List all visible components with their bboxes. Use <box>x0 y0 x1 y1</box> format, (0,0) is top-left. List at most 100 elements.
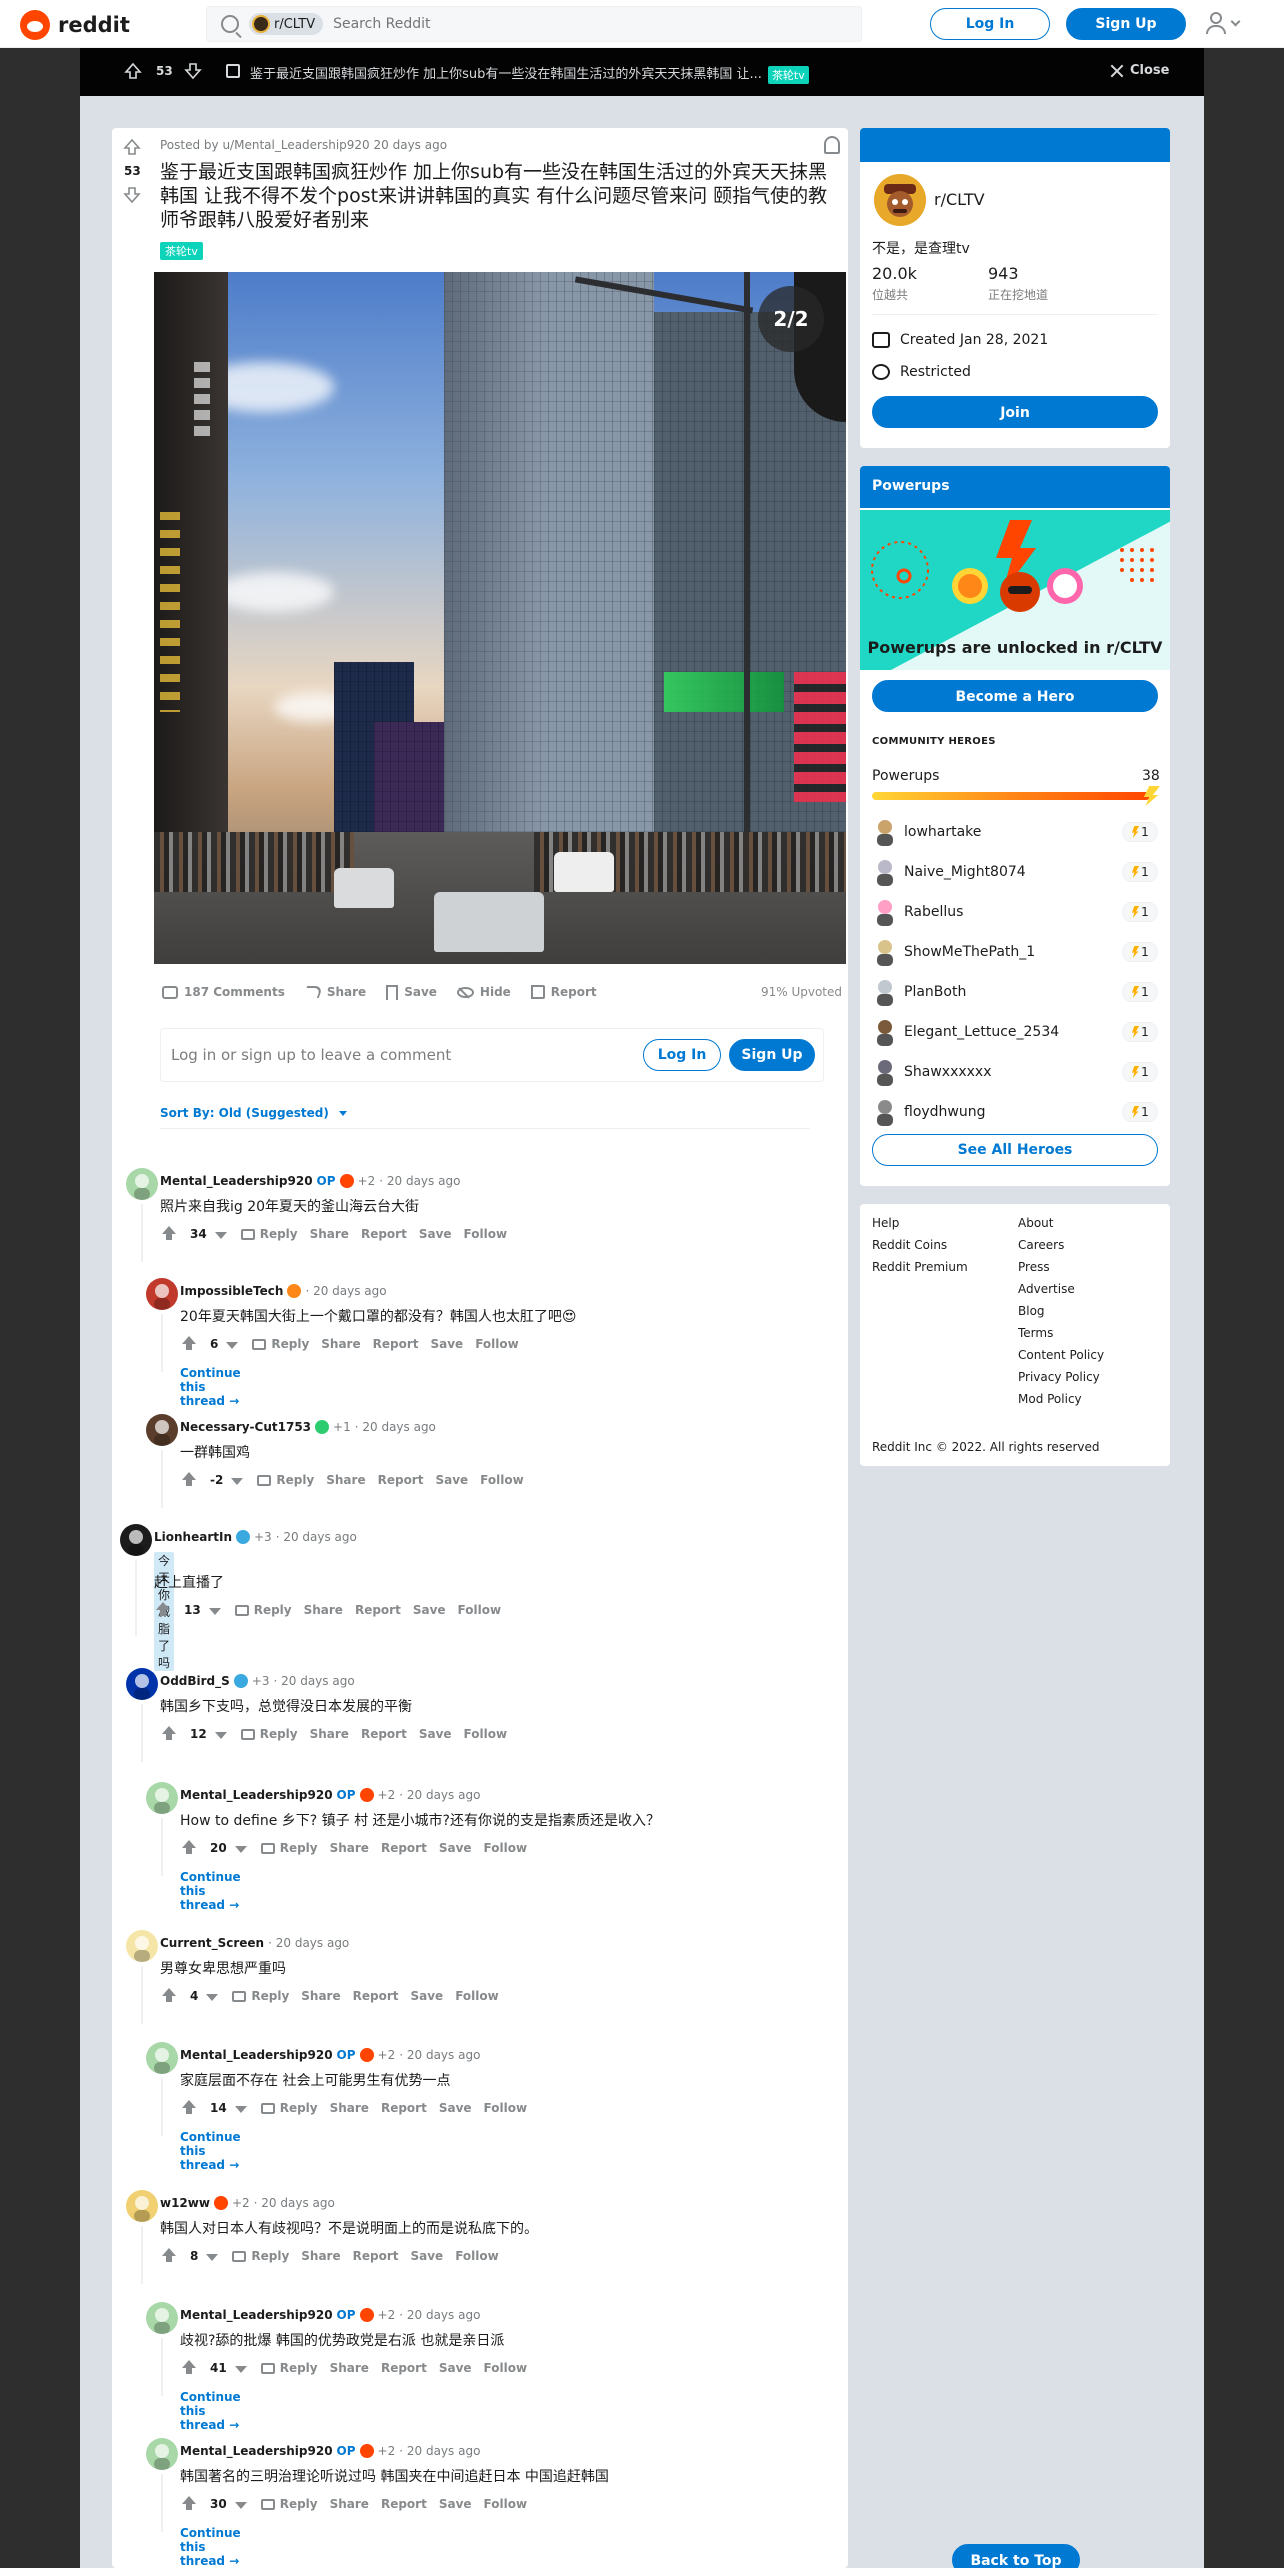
upvote-icon[interactable] <box>180 2099 198 2117</box>
comment-author[interactable]: w12ww <box>160 2196 210 2210</box>
continue-thread-link[interactable]: Continue this thread → <box>180 1366 241 1408</box>
footer-link[interactable]: Blog <box>1018 1304 1045 1318</box>
hero-name[interactable]: floydhwung <box>904 1104 986 1120</box>
upvote-icon[interactable] <box>180 1839 198 1857</box>
hero-name[interactable]: Naive_Might8074 <box>904 864 1026 880</box>
award-icon[interactable] <box>287 1284 302 1298</box>
comment-timestamp[interactable]: · 20 days ago <box>268 1936 349 1950</box>
upvote-icon[interactable] <box>180 1335 198 1353</box>
comment-author[interactable]: Mental_Leadership920 <box>180 2444 333 2458</box>
award-icon[interactable] <box>359 1788 374 1802</box>
comment-follow-button[interactable]: Follow <box>455 1989 499 2003</box>
search-input[interactable] <box>333 16 847 32</box>
close-button[interactable]: Close <box>1110 63 1169 78</box>
downvote-icon[interactable] <box>123 186 141 204</box>
comment-timestamp[interactable]: · 20 days ago <box>399 2048 480 2062</box>
downvote-icon[interactable] <box>206 1989 220 2003</box>
hero-row[interactable]: floydhwung 1 <box>872 1098 1158 1128</box>
comment-timestamp[interactable]: · 20 days ago <box>305 1284 386 1298</box>
comment-follow-button[interactable]: Follow <box>455 2249 499 2263</box>
comment-share-button[interactable]: Share <box>326 1473 365 1487</box>
hero-name[interactable]: lowhartake <box>904 824 981 840</box>
upvote-icon[interactable] <box>180 2359 198 2377</box>
comment-author[interactable]: OddBird_S <box>160 1674 230 1688</box>
comment-share-button[interactable]: Share <box>330 1841 369 1855</box>
comment-save-button[interactable]: Save <box>430 1337 463 1351</box>
sort-dropdown[interactable]: Sort By: Old (Suggested) <box>160 1106 347 1120</box>
comment-author[interactable]: Mental_Leadership920 <box>180 2308 333 2322</box>
comment-share-button[interactable]: Share <box>310 1727 349 1741</box>
comment-timestamp[interactable]: · 20 days ago <box>399 2308 480 2322</box>
reddit-logo[interactable]: reddit <box>20 10 130 40</box>
comment-report-button[interactable]: Report <box>361 1727 407 1741</box>
comment-login-button[interactable]: Log In <box>643 1039 721 1071</box>
comment-save-button[interactable]: Save <box>413 1603 446 1617</box>
downvote-icon[interactable] <box>206 2249 220 2263</box>
hero-name[interactable]: PlanBoth <box>904 984 966 1000</box>
thread-line[interactable] <box>161 1314 163 1372</box>
upvote-icon[interactable] <box>160 1987 178 2005</box>
footer-link[interactable]: Press <box>1018 1260 1050 1274</box>
back-to-top-button[interactable]: Back to Top <box>952 2544 1080 2568</box>
reply-button[interactable]: Reply <box>234 1603 292 1617</box>
comment-save-button[interactable]: Save <box>419 1227 452 1241</box>
thread-line[interactable] <box>141 1704 143 1762</box>
upvote-icon[interactable] <box>180 1471 198 1489</box>
reply-button[interactable]: Reply <box>257 1473 314 1487</box>
comment-save-button[interactable]: Save <box>410 1989 443 2003</box>
hero-row[interactable]: ShowMeThePath_1 1 <box>872 938 1158 968</box>
comment-report-button[interactable]: Report <box>381 2101 427 2115</box>
hero-name[interactable]: Shawxxxxxx <box>904 1064 992 1080</box>
comment-report-button[interactable]: Report <box>381 1841 427 1855</box>
thread-line[interactable] <box>141 2226 143 2284</box>
award-icon[interactable] <box>213 2196 228 2210</box>
reply-button[interactable]: Reply <box>232 1989 289 2003</box>
reply-button[interactable]: Reply <box>260 2361 318 2375</box>
footer-link[interactable]: Reddit Premium <box>872 1260 968 1274</box>
thread-line[interactable] <box>135 1560 137 1636</box>
comment-author[interactable]: Mental_Leadership920 <box>180 1788 333 1802</box>
upvote-icon[interactable] <box>124 62 142 80</box>
comment-timestamp[interactable]: · 20 days ago <box>276 1530 357 1544</box>
comment-follow-button[interactable]: Follow <box>484 2361 528 2375</box>
search-bar[interactable]: r/CLTV <box>206 6 862 42</box>
downvote-icon[interactable] <box>234 2101 249 2115</box>
comment-timestamp[interactable]: · 20 days ago <box>379 1174 460 1188</box>
comment-follow-button[interactable]: Follow <box>464 1227 508 1241</box>
upvote-icon[interactable] <box>180 2495 198 2513</box>
comment-follow-button[interactable]: Follow <box>464 1727 508 1741</box>
footer-link[interactable]: Terms <box>1018 1326 1053 1340</box>
comment-save-button[interactable]: Save <box>419 1727 452 1741</box>
comment-save-button[interactable]: Save <box>439 2497 472 2511</box>
comment-share-button[interactable]: Share <box>330 2361 369 2375</box>
comment-author[interactable]: ImpossibleTech <box>180 1284 283 1298</box>
comment-avatar[interactable] <box>126 1930 158 1962</box>
comment-avatar[interactable] <box>146 1414 178 1446</box>
comment-save-button[interactable]: Save <box>439 2101 472 2115</box>
reply-button[interactable]: Reply <box>240 1727 298 1741</box>
comment-avatar[interactable] <box>126 1168 158 1200</box>
subreddit-name[interactable]: r/CLTV <box>934 190 985 209</box>
comment-save-button[interactable]: Save <box>410 2249 443 2263</box>
award-icon[interactable] <box>233 1674 248 1688</box>
see-all-heroes-button[interactable]: See All Heroes <box>872 1134 1158 1166</box>
comment-report-button[interactable]: Report <box>378 1473 424 1487</box>
comment-report-button[interactable]: Report <box>355 1603 401 1617</box>
hero-row[interactable]: Naive_Might8074 1 <box>872 858 1158 888</box>
comment-report-button[interactable]: Report <box>353 1989 399 2003</box>
upvote-icon[interactable] <box>160 1725 178 1743</box>
downvote-icon[interactable] <box>226 1337 240 1351</box>
post-image[interactable]: 2/2 <box>154 272 846 964</box>
comments-button[interactable]: 187 Comments <box>162 985 285 999</box>
upvote-icon[interactable] <box>160 1225 178 1243</box>
comment-share-button[interactable]: Share <box>301 2249 340 2263</box>
comment-share-button[interactable]: Share <box>301 1989 340 2003</box>
comment-timestamp[interactable]: · 20 days ago <box>399 1788 480 1802</box>
hero-row[interactable]: PlanBoth 1 <box>872 978 1158 1008</box>
footer-link[interactable]: Careers <box>1018 1238 1064 1252</box>
comment-report-button[interactable]: Report <box>361 1227 407 1241</box>
thread-line[interactable] <box>161 2078 163 2136</box>
continue-thread-link[interactable]: Continue this thread → <box>180 1870 241 1912</box>
footer-link[interactable]: Reddit Coins <box>872 1238 947 1252</box>
save-button[interactable]: Save <box>386 984 437 1000</box>
